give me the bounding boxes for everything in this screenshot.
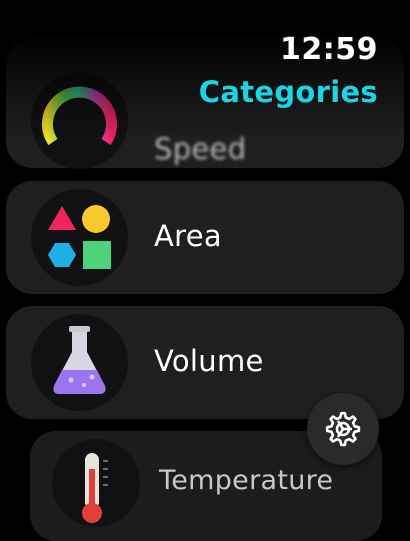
page-title: Categories (198, 75, 378, 109)
flask-icon (31, 314, 128, 411)
category-row-area[interactable]: Area (6, 181, 404, 294)
settings-button[interactable] (307, 393, 379, 465)
status-time: 12:59 (280, 32, 378, 67)
category-label-temperature: Temperature (159, 465, 334, 496)
category-label-speed: Speed (154, 132, 247, 166)
gear-icon (325, 411, 361, 447)
speedometer-icon (31, 72, 128, 169)
category-label-area: Area (154, 219, 222, 253)
thermometer-icon (52, 439, 140, 527)
shapes-icon (31, 189, 128, 286)
category-label-volume: Volume (154, 344, 264, 378)
